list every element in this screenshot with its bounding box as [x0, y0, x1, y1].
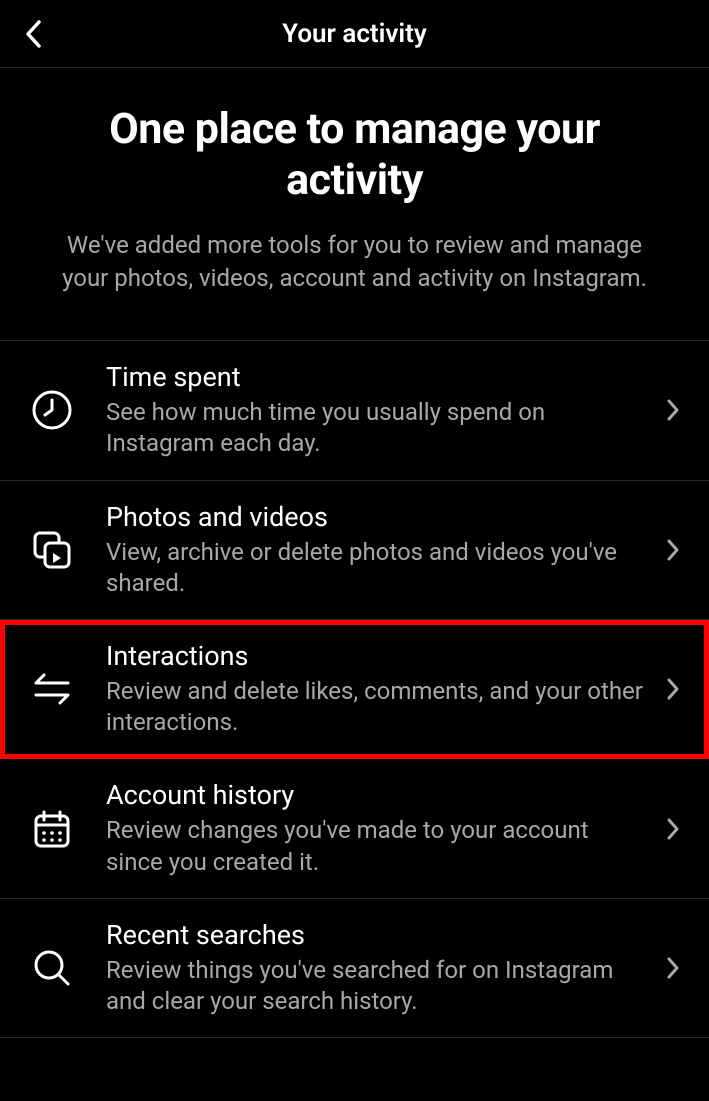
hero-subtitle: We've added more tools for you to review…: [40, 229, 669, 294]
search-icon: [22, 947, 82, 989]
list-item-account-history[interactable]: Account history Review changes you've ma…: [0, 759, 709, 898]
list-item-interactions[interactable]: Interactions Review and delete likes, co…: [0, 620, 709, 759]
item-subtitle: Review things you've searched for on Ins…: [106, 955, 643, 1017]
chevron-right-icon: [659, 677, 687, 701]
calendar-icon: [22, 808, 82, 850]
item-title: Time spent: [106, 361, 643, 393]
item-title: Recent searches: [106, 919, 643, 951]
chevron-left-icon: [24, 19, 42, 49]
item-text: Recent searches Review things you've sea…: [106, 919, 659, 1017]
hero-title: One place to manage your activity: [40, 104, 669, 205]
item-subtitle: See how much time you usually spend on I…: [106, 397, 643, 459]
item-subtitle: View, archive or delete photos and video…: [106, 537, 643, 599]
photos-icon: [22, 528, 82, 572]
item-text: Interactions Review and delete likes, co…: [106, 640, 659, 738]
header: Your activity: [0, 0, 709, 68]
back-button[interactable]: [18, 19, 48, 49]
clock-icon: [22, 389, 82, 431]
list-item-time-spent[interactable]: Time spent See how much time you usually…: [0, 341, 709, 480]
item-subtitle: Review and delete likes, comments, and y…: [106, 676, 643, 738]
list-item-recent-searches[interactable]: Recent searches Review things you've sea…: [0, 899, 709, 1038]
hero-section: One place to manage your activity We've …: [0, 68, 709, 340]
chevron-right-icon: [659, 398, 687, 422]
item-text: Time spent See how much time you usually…: [106, 361, 659, 459]
chevron-right-icon: [659, 538, 687, 562]
activity-list: Time spent See how much time you usually…: [0, 340, 709, 1038]
item-title: Photos and videos: [106, 501, 643, 533]
arrows-icon: [22, 667, 82, 711]
item-subtitle: Review changes you've made to your accou…: [106, 815, 643, 877]
item-text: Photos and videos View, archive or delet…: [106, 501, 659, 599]
item-title: Interactions: [106, 640, 643, 672]
item-text: Account history Review changes you've ma…: [106, 779, 659, 877]
chevron-right-icon: [659, 817, 687, 841]
chevron-right-icon: [659, 956, 687, 980]
list-item-photos-videos[interactable]: Photos and videos View, archive or delet…: [0, 481, 709, 620]
item-title: Account history: [106, 779, 643, 811]
page-title: Your activity: [18, 19, 691, 49]
